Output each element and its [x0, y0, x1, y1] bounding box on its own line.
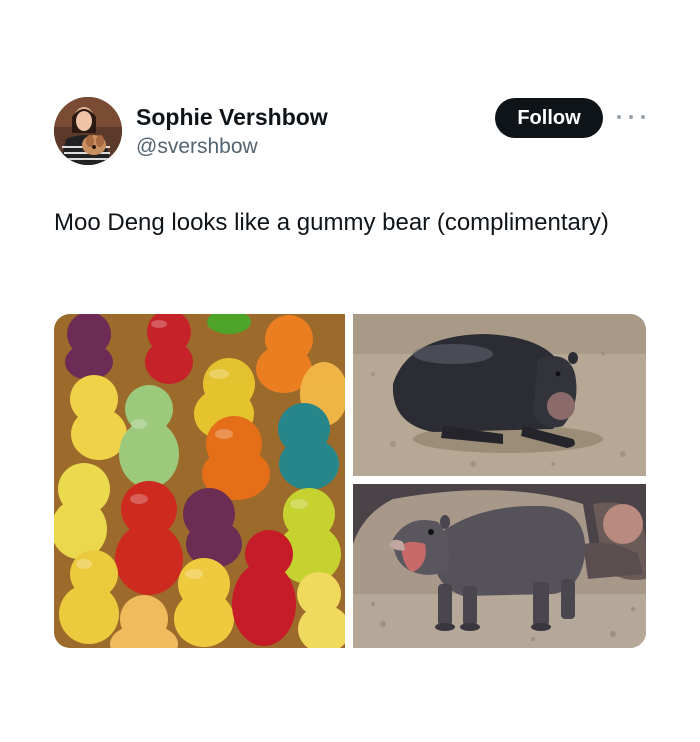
media-image-hippo-mouth-open[interactable]	[353, 484, 646, 648]
tweet-card: Sophie Vershbow @svershbow Follow Moo De…	[0, 0, 700, 742]
avatar[interactable]	[54, 97, 122, 165]
media-image-hippo-lying[interactable]	[353, 314, 646, 476]
avatar-image	[54, 97, 122, 165]
media-image-gummy-bears[interactable]	[54, 314, 345, 648]
more-icon[interactable]	[617, 108, 645, 126]
author-display-name[interactable]: Sophie Vershbow	[136, 104, 328, 131]
more-icon-dot	[641, 115, 645, 119]
media-grid	[54, 314, 646, 648]
author-handle[interactable]: @svershbow	[136, 135, 258, 159]
more-icon-dot	[629, 115, 633, 119]
follow-button[interactable]: Follow	[495, 98, 603, 138]
more-icon-dot	[617, 115, 621, 119]
post-text: Moo Deng looks like a gummy bear (compli…	[54, 209, 609, 236]
